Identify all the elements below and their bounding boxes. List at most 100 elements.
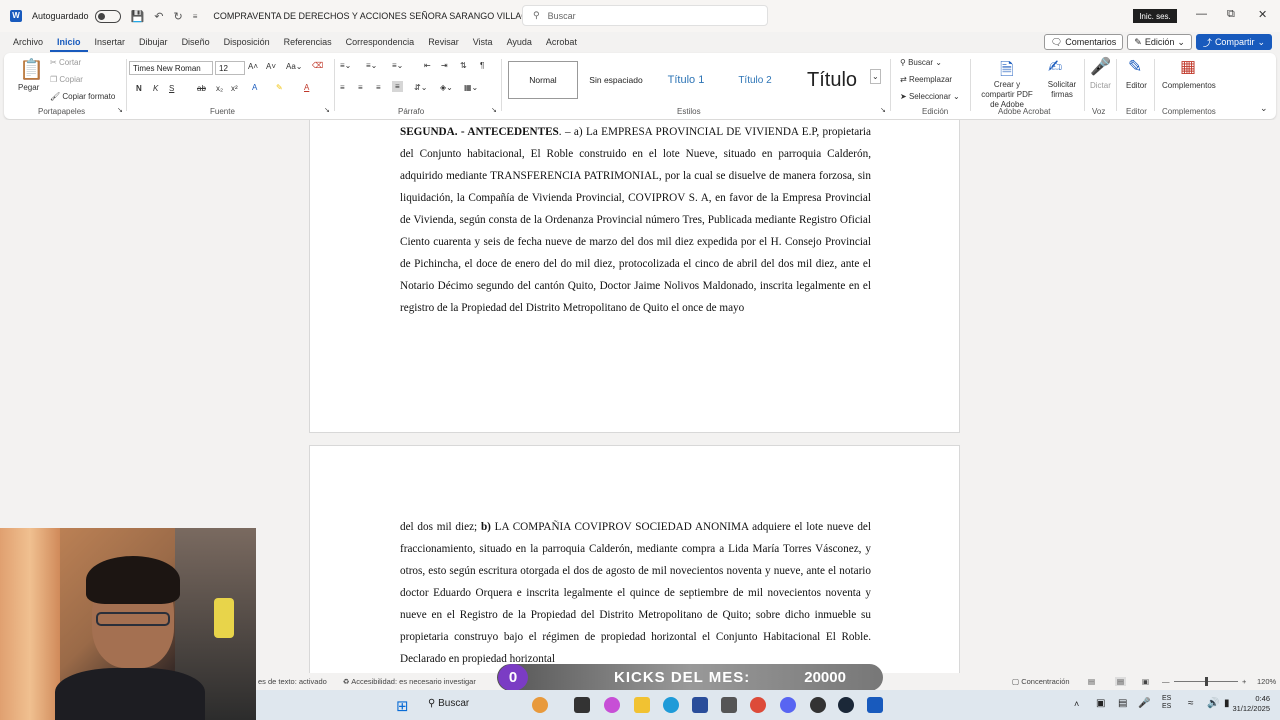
add-ins-icon[interactable]: ▦	[1180, 57, 1196, 77]
word-taskbar-icon[interactable]	[867, 697, 883, 713]
bold-icon[interactable]: N	[136, 84, 142, 93]
comments-button[interactable]: 🗨 Comentarios	[1043, 34, 1124, 50]
subscript-icon[interactable]: x₂	[216, 84, 223, 93]
focus-mode-button[interactable]: ▢ Concentración	[1012, 677, 1070, 686]
tab-dibujar[interactable]: Dibujar	[132, 32, 175, 52]
multilevel-list-icon[interactable]: ≡⌄	[392, 61, 403, 70]
accessibility-status[interactable]: ♻ Accesibilidad: es necesario investigar	[343, 677, 476, 686]
style-title[interactable]: Título	[794, 61, 870, 99]
tray-icon[interactable]: 🎤	[1138, 698, 1150, 709]
change-case-icon[interactable]: Aa⌄	[286, 62, 303, 71]
grow-font-icon[interactable]: A˄	[248, 62, 258, 71]
collapse-ribbon-icon[interactable]: ⌄	[1260, 103, 1268, 114]
bullets-icon[interactable]: ≡⌄	[340, 61, 351, 70]
dialog-launcher-icon[interactable]: ↘	[117, 106, 123, 114]
app-icon[interactable]	[721, 697, 737, 713]
store-icon[interactable]	[692, 697, 708, 713]
select-button[interactable]: ➤ Seleccionar ⌄	[900, 92, 960, 101]
clock[interactable]: 0:46 31/12/2025	[1226, 694, 1270, 714]
copilot-icon[interactable]	[604, 697, 620, 713]
dialog-launcher-icon[interactable]: ↘	[324, 106, 330, 114]
read-mode-icon[interactable]: ▤	[1088, 677, 1095, 686]
volume-icon[interactable]: 🔊	[1207, 698, 1219, 709]
obs-icon[interactable]	[810, 697, 826, 713]
customize-qat-icon[interactable]: ≡	[193, 12, 198, 21]
cut-button[interactable]: ✂ Cortar	[50, 58, 81, 67]
request-signatures-button[interactable]: Solicitar firmas	[1042, 80, 1082, 100]
tab-revisar[interactable]: Revisar	[421, 32, 466, 52]
line-spacing-icon[interactable]: ⇵⌄	[414, 83, 427, 92]
find-button[interactable]: ⚲ Buscar ⌄	[900, 58, 942, 67]
sort-icon[interactable]: ⇅	[460, 61, 467, 70]
italic-icon[interactable]: K	[153, 84, 158, 93]
paste-icon[interactable]: 📋	[19, 57, 44, 82]
discord-icon[interactable]	[780, 697, 796, 713]
language-indicator[interactable]: ES ES	[1162, 695, 1171, 711]
tab-inicio[interactable]: Inicio	[50, 32, 88, 52]
print-layout-icon[interactable]: ▤	[1115, 677, 1127, 686]
style-normal[interactable]: Normal	[508, 61, 578, 99]
zoom-out-icon[interactable]: —	[1162, 677, 1170, 686]
create-pdf-button[interactable]: Crear y compartir PDF de Adobe	[977, 80, 1037, 110]
superscript-icon[interactable]: x²	[231, 84, 238, 93]
request-signatures-icon[interactable]: ✍	[1048, 57, 1062, 77]
minimize-icon[interactable]: —	[1196, 8, 1207, 20]
web-layout-icon[interactable]: ▣	[1142, 677, 1149, 686]
autosave-toggle[interactable]	[94, 9, 121, 23]
strikethrough-icon[interactable]: ab	[197, 84, 206, 93]
windows-start-icon[interactable]: ⊞	[396, 697, 409, 715]
font-color-icon[interactable]: A	[304, 83, 309, 92]
editor-icon[interactable]: ✎	[1128, 57, 1142, 77]
share-button[interactable]: ⤴ Compartir ⌄	[1195, 34, 1272, 50]
dictate-button[interactable]: Dictar	[1090, 81, 1111, 90]
close-icon[interactable]: ✕	[1258, 8, 1267, 21]
show-marks-icon[interactable]: ¶	[480, 61, 484, 70]
wifi-icon[interactable]: ≈	[1188, 698, 1194, 709]
style-heading-1[interactable]: Título 1	[654, 61, 718, 99]
autosave[interactable]: Autoguardado	[32, 9, 121, 23]
align-left-icon[interactable]: ≡	[340, 83, 345, 92]
font-name-select[interactable]: Times New Roman	[129, 61, 213, 75]
tab-ayuda[interactable]: Ayuda	[500, 32, 539, 52]
steam-icon[interactable]	[838, 697, 854, 713]
save-icon[interactable]: 💾	[131, 10, 145, 23]
format-painter-button[interactable]: 🖌 Copiar formato	[50, 92, 115, 101]
page-1[interactable]: SEGUNDA. - ANTECEDENTES. – a) La EMPRESA…	[309, 120, 960, 433]
page-1-paragraph[interactable]: SEGUNDA. - ANTECEDENTES. – a) La EMPRESA…	[400, 121, 871, 319]
page-2[interactable]: del dos mil diez; b) LA COMPAÑIA COVIPRO…	[309, 445, 960, 673]
tray-icon[interactable]: ▤	[1118, 698, 1127, 709]
tab-archivo[interactable]: Archivo	[6, 32, 50, 52]
style-no-spacing[interactable]: Sin espaciado	[580, 61, 652, 99]
style-heading-2[interactable]: Título 2	[720, 61, 790, 99]
file-explorer-icon[interactable]	[634, 697, 650, 713]
tab-acrobat[interactable]: Acrobat	[539, 32, 584, 52]
dialog-launcher-icon[interactable]: ↘	[880, 106, 886, 114]
decrease-indent-icon[interactable]: ⇤	[424, 61, 431, 70]
task-view-icon[interactable]	[574, 697, 590, 713]
shrink-font-icon[interactable]: A˅	[266, 62, 276, 71]
clear-format-icon[interactable]: ⌫	[312, 61, 323, 70]
widget-icon[interactable]	[532, 697, 548, 713]
editing-mode-button[interactable]: ✎ Edición ⌄	[1127, 34, 1192, 50]
tab-insertar[interactable]: Insertar	[88, 32, 133, 52]
chrome-icon[interactable]	[750, 697, 766, 713]
zoom-slider-thumb[interactable]	[1205, 677, 1208, 686]
align-right-icon[interactable]: ≡	[376, 83, 381, 92]
align-center-icon[interactable]: ≡	[358, 83, 363, 92]
tray-icon[interactable]: ▣	[1096, 698, 1105, 709]
increase-indent-icon[interactable]: ⇥	[441, 61, 448, 70]
edge-icon[interactable]	[663, 697, 679, 713]
tab-referencias[interactable]: Referencias	[277, 32, 339, 52]
zoom-in-icon[interactable]: +	[1242, 677, 1246, 686]
page-2-paragraph[interactable]: del dos mil diez; b) LA COMPAÑIA COVIPRO…	[400, 516, 871, 670]
chevron-up-icon[interactable]: ˄	[1074, 699, 1079, 709]
text-predictions-status[interactable]: es de texto: activado	[258, 677, 327, 686]
taskbar-search[interactable]: ⚲ Buscar	[428, 698, 469, 709]
tab-disposicion[interactable]: Disposición	[217, 32, 277, 52]
tab-correspondencia[interactable]: Correspondencia	[339, 32, 422, 52]
editor-button[interactable]: Editor	[1126, 81, 1147, 90]
tab-diseno[interactable]: Diseño	[175, 32, 217, 52]
dialog-launcher-icon[interactable]: ↘	[491, 106, 497, 114]
styles-more-icon[interactable]: ⌄	[870, 69, 881, 84]
font-size-select[interactable]: 12	[215, 61, 245, 75]
